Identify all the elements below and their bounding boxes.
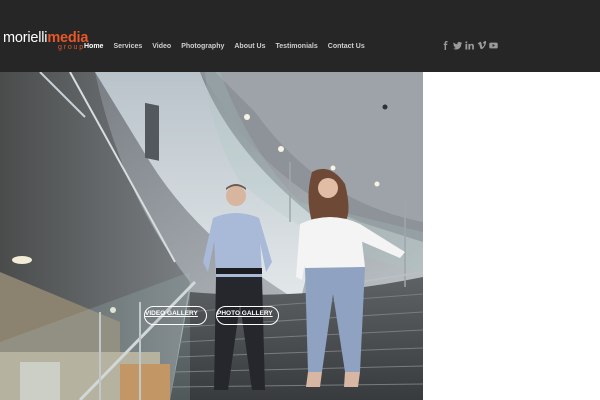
site-header: moriellimedia group Home Services Video …: [0, 0, 600, 72]
hero-image: [0, 72, 423, 400]
hero-banner: VIDEO GALLERY PHOTO GALLERY: [0, 72, 423, 400]
logo-text-light: morielli: [3, 30, 48, 46]
logo[interactable]: moriellimedia group: [3, 31, 88, 53]
photo-gallery-button[interactable]: PHOTO GALLERY: [216, 306, 279, 325]
linkedin-icon[interactable]: [465, 41, 474, 50]
nav-about-us[interactable]: About Us: [234, 42, 265, 51]
nav-services[interactable]: Services: [113, 42, 142, 51]
photo-gallery-label: PHOTO GALLERY: [217, 310, 273, 317]
nav-contact-us[interactable]: Contact Us: [328, 42, 365, 51]
nav-testimonials[interactable]: Testimonials: [275, 42, 317, 51]
youtube-icon[interactable]: [489, 41, 498, 50]
logo-subtext: group: [58, 44, 85, 51]
nav-photography[interactable]: Photography: [181, 42, 224, 51]
social-links: [438, 41, 498, 50]
vimeo-icon[interactable]: [477, 41, 486, 50]
nav-home[interactable]: Home: [84, 42, 103, 51]
main-nav: Home Services Video Photography About Us…: [84, 42, 375, 51]
nav-video[interactable]: Video: [152, 42, 171, 51]
twitter-icon[interactable]: [453, 41, 462, 50]
video-gallery-button[interactable]: VIDEO GALLERY: [144, 306, 207, 325]
video-gallery-label: VIDEO GALLERY: [145, 310, 198, 317]
facebook-icon[interactable]: [441, 41, 450, 50]
